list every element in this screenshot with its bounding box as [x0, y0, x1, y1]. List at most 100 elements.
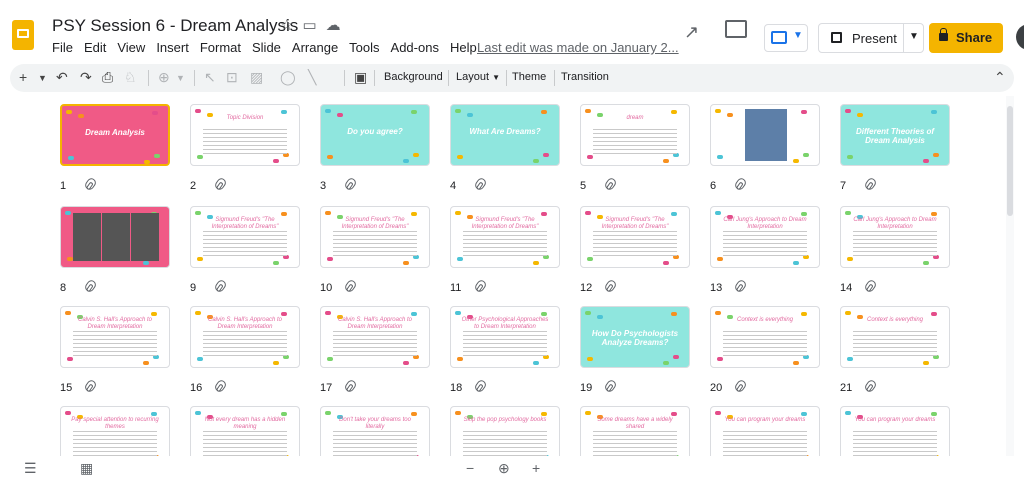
slide-thumbnail[interactable]: Different Theories of Dream Analysis — [840, 104, 950, 166]
zoom-search-icon[interactable]: ⊕ — [498, 460, 510, 477]
toolbar-divider — [194, 70, 195, 86]
confetti-decoration — [403, 261, 409, 265]
activity-trend-icon[interactable]: ↗ — [684, 22, 699, 43]
slide-thumbnail[interactable]: Carl Jung's Approach to Dream Interpreta… — [710, 206, 820, 268]
confetti-decoration — [931, 212, 937, 216]
confetti-decoration — [663, 159, 669, 163]
layout-button[interactable]: Layout ▼ — [456, 71, 500, 83]
move-to-folder-icon[interactable]: ▭ — [302, 17, 325, 34]
slide-thumbnail[interactable]: Context is everything — [710, 306, 820, 368]
slide-thumbnail[interactable]: dream — [580, 104, 690, 166]
attachment-icon — [863, 176, 878, 192]
menu-format[interactable]: Format — [200, 40, 241, 55]
menu-insert[interactable]: Insert — [156, 40, 189, 55]
zoom-dropdown-icon[interactable]: ▼ — [176, 73, 185, 83]
slide-thumbnail[interactable]: Other Psychological Approaches to Dream … — [450, 306, 560, 368]
zoom-in-icon[interactable]: + — [532, 460, 540, 476]
slide-thumbnail[interactable]: Pay special attention to recurring theme… — [60, 406, 170, 456]
slide-thumbnail[interactable] — [710, 104, 820, 166]
present-button[interactable]: Present ▼ — [818, 23, 924, 53]
menu-tools[interactable]: Tools — [349, 40, 379, 55]
star-icon[interactable]: ☆ — [280, 17, 302, 34]
share-button[interactable]: Share — [929, 23, 1003, 53]
slide-thumbnail[interactable]: You can program your dreams — [840, 406, 950, 456]
menu-help[interactable]: Help — [450, 40, 477, 55]
confetti-decoration — [717, 357, 723, 361]
slide-thumbnail[interactable]: Sigmund Freud's "The Interpretation of D… — [320, 206, 430, 268]
undo-icon[interactable]: ↶ — [56, 69, 68, 86]
zoom-icon[interactable]: ⊕ — [158, 69, 170, 86]
slides-logo-icon[interactable] — [12, 20, 34, 50]
background-button[interactable]: Background — [384, 71, 443, 83]
menu-edit[interactable]: Edit — [84, 40, 106, 55]
slide-thumbnail[interactable]: Carl Jung's Approach to Dream Interpreta… — [840, 206, 950, 268]
avatar[interactable] — [1016, 24, 1024, 50]
new-slide-icon[interactable]: + — [19, 69, 27, 85]
slide-body-text — [203, 331, 287, 357]
chevron-down-icon: ▼ — [793, 30, 803, 41]
attachment-icon — [733, 176, 748, 192]
confetti-decoration — [68, 156, 74, 160]
slide-number: 14 — [840, 282, 853, 294]
document-title[interactable]: PSY Session 6 - Dream Analysis — [52, 16, 298, 36]
new-slide-dropdown-icon[interactable]: ▼ — [38, 73, 47, 83]
slide-thumbnail[interactable]: Dream Analysis — [60, 104, 170, 166]
slide-thumbnail[interactable]: Topic Division — [190, 104, 300, 166]
slide-thumbnail[interactable]: Sigmund Freud's "The Interpretation of D… — [190, 206, 300, 268]
confetti-decoration — [803, 153, 809, 157]
slide-thumbnail[interactable]: Calvin S. Hall's Approach to Dream Inter… — [190, 306, 300, 368]
slide-thumbnail[interactable]: Not every dream has a hidden meaning — [190, 406, 300, 456]
confetti-decoration — [455, 411, 461, 415]
select-icon[interactable]: ↖ — [204, 69, 216, 86]
filmstrip-view-icon[interactable]: ▦ — [80, 460, 93, 477]
print-icon[interactable]: ⎙ — [102, 69, 113, 86]
vertical-scrollbar[interactable] — [1006, 96, 1014, 456]
slide-body-text — [203, 129, 287, 155]
portrait-photo — [73, 213, 101, 261]
confetti-decoration — [541, 110, 547, 114]
slide-thumbnail[interactable]: Some dreams have a widely shared — [580, 406, 690, 456]
grid-view-icon[interactable]: ☰ — [24, 460, 37, 477]
menu-slide[interactable]: Slide — [252, 40, 281, 55]
text-box-icon[interactable]: ⊡ — [226, 69, 238, 86]
add-comment-icon[interactable]: ▣ — [354, 69, 367, 86]
confetti-decoration — [541, 412, 547, 416]
line-icon[interactable]: ╲ — [308, 69, 316, 86]
slide-thumbnail[interactable]: Sigmund Freud's "The Interpretation of D… — [580, 206, 690, 268]
slide-thumbnail[interactable] — [60, 206, 170, 268]
slide-thumbnail[interactable]: Calvin S. Hall's Approach to Dream Inter… — [60, 306, 170, 368]
cloud-status-icon[interactable]: ☁ — [326, 17, 350, 34]
menu-file[interactable]: File — [52, 40, 73, 55]
redo-icon[interactable]: ↷ — [80, 69, 92, 86]
menu-arrange[interactable]: Arrange — [292, 40, 338, 55]
collapse-toolbar-icon[interactable]: ⌃ — [994, 69, 1006, 86]
image-icon[interactable]: ▨ — [250, 69, 263, 86]
toolbar-divider — [554, 70, 555, 86]
slide-title: Topic Division — [226, 115, 264, 121]
slide-body-text — [593, 231, 677, 257]
slide-thumbnail[interactable]: Don't take your dreams too literally — [320, 406, 430, 456]
theme-button[interactable]: Theme — [512, 71, 546, 83]
last-edit-link[interactable]: Last edit was made on January 2... — [477, 40, 679, 55]
transition-button[interactable]: Transition — [561, 71, 609, 83]
slide-thumbnail[interactable]: What Are Dreams? — [450, 104, 560, 166]
confetti-decoration — [143, 261, 149, 265]
paint-format-icon[interactable]: ♘ — [124, 69, 137, 86]
menu-view[interactable]: View — [117, 40, 145, 55]
slide-thumbnail[interactable]: Calvin S. Hall's Approach to Dream Inter… — [320, 306, 430, 368]
slide-thumbnail[interactable]: You can program your dreams — [710, 406, 820, 456]
slide-title: Pay special attention to recurring theme… — [71, 417, 159, 430]
slide-thumbnail[interactable]: Sigmund Freud's "The Interpretation of D… — [450, 206, 560, 268]
slide-thumbnail[interactable]: Context is everything — [840, 306, 950, 368]
zoom-out-icon[interactable]: − — [466, 460, 474, 476]
present-options-button[interactable]: ▼ — [764, 24, 808, 52]
menu-addons[interactable]: Add-ons — [391, 40, 439, 55]
slide-thumbnail[interactable]: Do you agree? — [320, 104, 430, 166]
present-dropdown-icon[interactable]: ▼ — [909, 31, 919, 42]
slide-thumbnail[interactable]: Skip the pop psychology books — [450, 406, 560, 456]
shape-icon[interactable]: ◯ — [280, 69, 296, 86]
slide-title: Calvin S. Hall's Approach to Dream Inter… — [208, 317, 282, 330]
comment-history-icon[interactable] — [725, 20, 747, 38]
scrollbar-thumb[interactable] — [1007, 106, 1013, 216]
slide-thumbnail[interactable]: How Do Psychologists Analyze Dreams? — [580, 306, 690, 368]
